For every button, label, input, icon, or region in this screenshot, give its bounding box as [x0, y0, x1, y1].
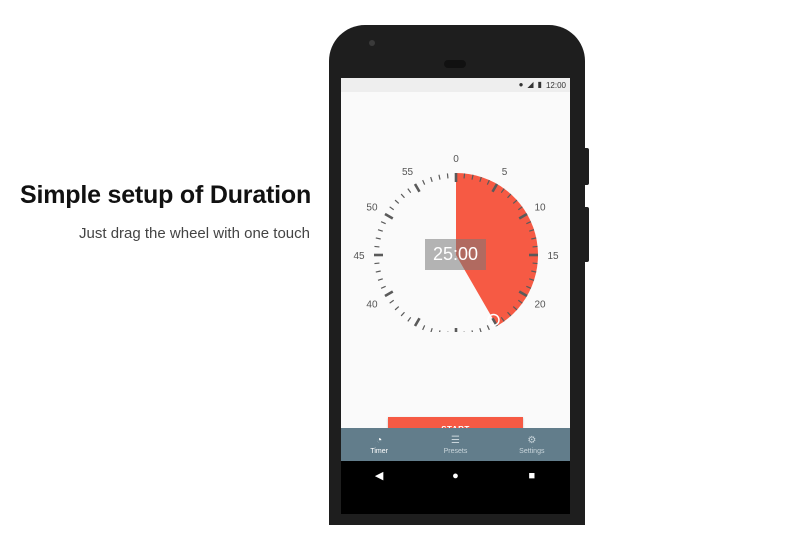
minor-tick — [400, 193, 405, 199]
home-icon[interactable]: ● — [445, 470, 465, 482]
nav-timer[interactable]: ◔ Timer — [341, 428, 417, 461]
phone-frame: ● ◢ ▮ 12:00 0510152025303540455055 25:00… — [329, 25, 589, 525]
signal-icon: ◢ — [527, 80, 534, 89]
location-icon: ● — [518, 80, 524, 89]
dial-label: 45 — [353, 251, 365, 262]
minor-tick — [394, 199, 400, 204]
minor-tick — [407, 316, 412, 322]
minor-tick — [375, 270, 381, 273]
recents-icon[interactable]: ■ — [522, 470, 542, 482]
major-tick — [384, 290, 394, 298]
dial-label: 50 — [366, 203, 378, 214]
volume-button — [585, 207, 589, 262]
minor-tick — [374, 262, 380, 265]
minor-tick — [446, 173, 449, 179]
system-navigation-bar: ◀ ● ■ — [341, 461, 570, 514]
minor-tick — [479, 328, 482, 332]
nav-timer-label: Timer — [370, 447, 388, 455]
power-button — [585, 148, 589, 185]
nav-settings-label: Settings — [519, 447, 545, 455]
minor-tick — [389, 299, 395, 304]
minor-tick — [374, 245, 380, 248]
minor-tick — [422, 179, 426, 185]
earpiece-speaker — [444, 60, 466, 68]
minor-tick — [380, 221, 386, 225]
front-camera — [369, 40, 375, 46]
status-bar: ● ◢ ▮ 12:00 — [341, 78, 570, 92]
phone-screen: ● ◢ ▮ 12:00 0510152025303540455055 25:00… — [341, 78, 570, 514]
dial-label: 20 — [534, 300, 546, 311]
minor-tick — [463, 173, 466, 179]
bottom-navigation: ◔ Timer ☰ Presets ⚙ Settings — [341, 428, 570, 461]
minor-tick — [400, 311, 405, 317]
promo-subtitle: Just drag the wheel with one touch — [79, 225, 310, 242]
dial-label: 15 — [547, 251, 559, 262]
dial-label: 40 — [366, 300, 378, 311]
status-time: 12:00 — [545, 80, 566, 90]
minor-tick — [430, 176, 433, 182]
major-tick — [384, 212, 394, 220]
minor-tick — [532, 245, 538, 248]
timer-icon: ◔ — [376, 434, 383, 446]
minor-tick — [430, 328, 433, 332]
minor-tick — [471, 330, 473, 332]
minor-tick — [486, 325, 490, 331]
minor-tick — [438, 174, 441, 180]
list-icon: ☰ — [451, 434, 460, 446]
minor-tick — [389, 206, 395, 211]
back-icon[interactable]: ◀ — [369, 470, 389, 482]
dial-label: 55 — [402, 167, 414, 178]
major-tick — [413, 317, 421, 327]
minor-tick — [407, 188, 412, 194]
dial-label: 5 — [502, 167, 508, 178]
timer-readout: 25:00 — [425, 239, 486, 270]
dial-label: 0 — [453, 154, 459, 165]
gear-icon: ⚙ — [527, 434, 537, 446]
minor-tick — [377, 278, 383, 281]
minor-tick — [375, 237, 381, 240]
minor-tick — [439, 330, 441, 332]
nav-presets[interactable]: ☰ Presets — [417, 428, 493, 461]
timer-dial[interactable]: 0510152025303540455055 — [341, 92, 570, 332]
major-tick — [413, 183, 421, 193]
minor-tick — [377, 229, 383, 232]
dial-label: 10 — [534, 203, 546, 214]
promo-title: Simple setup of Duration — [20, 181, 312, 209]
nav-presets-label: Presets — [443, 447, 468, 455]
battery-icon: ▮ — [537, 80, 542, 89]
minor-tick — [532, 262, 538, 265]
minor-tick — [380, 285, 386, 289]
nav-settings[interactable]: ⚙ Settings — [494, 428, 570, 461]
minor-tick — [422, 325, 426, 331]
minor-tick — [394, 306, 400, 311]
